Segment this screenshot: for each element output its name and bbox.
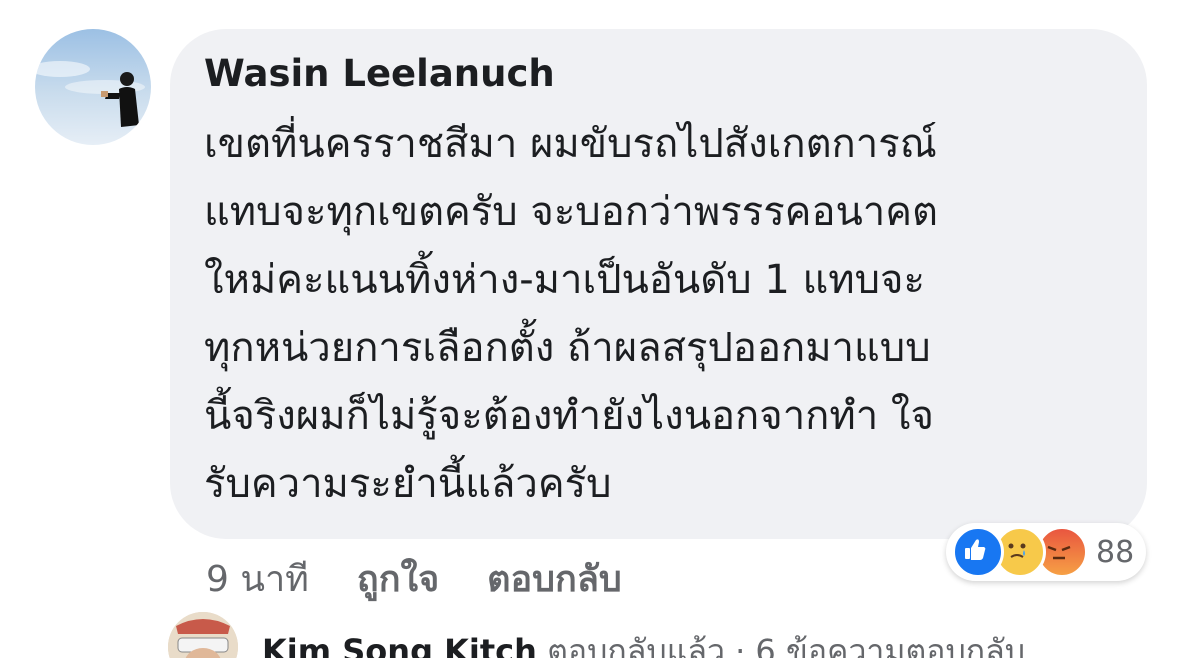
like-button[interactable]: ถูกใจ xyxy=(357,550,439,607)
reply-avatar[interactable] xyxy=(168,612,238,658)
reply-summary[interactable]: Kim Song Kitch ตอบกลับแล้ว · 6 ข้อความตอ… xyxy=(262,626,1025,658)
comment-author-name[interactable]: Wasin Leelanuch xyxy=(204,52,555,95)
avatar[interactable] xyxy=(35,29,151,145)
avatar-photo xyxy=(35,61,145,127)
comment-actions: 9 นาที ถูกใจ ตอบกลับ xyxy=(206,550,622,607)
comment-text-line: เขตที่นครราชสีมา ผมขับรถไปสังเกตการณ์ xyxy=(204,121,937,167)
comment-text-line: ทุกหน่วยการเลือกตั้ง ถ้าผลสรุปออกมาแบบ xyxy=(204,325,931,371)
comment-text-line: ใหม่คะแนนทิ้งห่าง-มาเป็นอันดับ 1 แทบจะ xyxy=(204,257,925,303)
reply-author-name[interactable]: Kim Song Kitch xyxy=(262,632,537,658)
reaction-count: 88 xyxy=(1096,534,1135,570)
comment-timestamp[interactable]: 9 นาที xyxy=(206,550,309,607)
reply-button[interactable]: ตอบกลับ xyxy=(487,550,622,607)
reply-avatar-photo xyxy=(168,612,238,658)
comment-text-line: แทบจะทุกเขตครับ จะบอกว่าพรรรคอนาคต xyxy=(204,189,939,235)
comment-thread: Wasin Leelanuch เขตที่นครราชสีมา ผมขับรถ… xyxy=(0,0,1200,658)
like-icon xyxy=(952,526,1004,578)
reaction-summary[interactable]: 88 xyxy=(946,523,1147,581)
comment-text-line: รับความระยำนี้แล้วครับ xyxy=(204,461,612,507)
comment-text: เขตที่นครราชสีมา ผมขับรถไปสังเกตการณ์ แท… xyxy=(204,110,1134,518)
comment-text-line: นี้จริงผมก็ไม่รู้จะต้องทำยังไงนอกจากทำ ใ… xyxy=(204,393,934,439)
reply-summary-text: ตอบกลับแล้ว · 6 ข้อความตอบกลับ xyxy=(536,632,1026,658)
